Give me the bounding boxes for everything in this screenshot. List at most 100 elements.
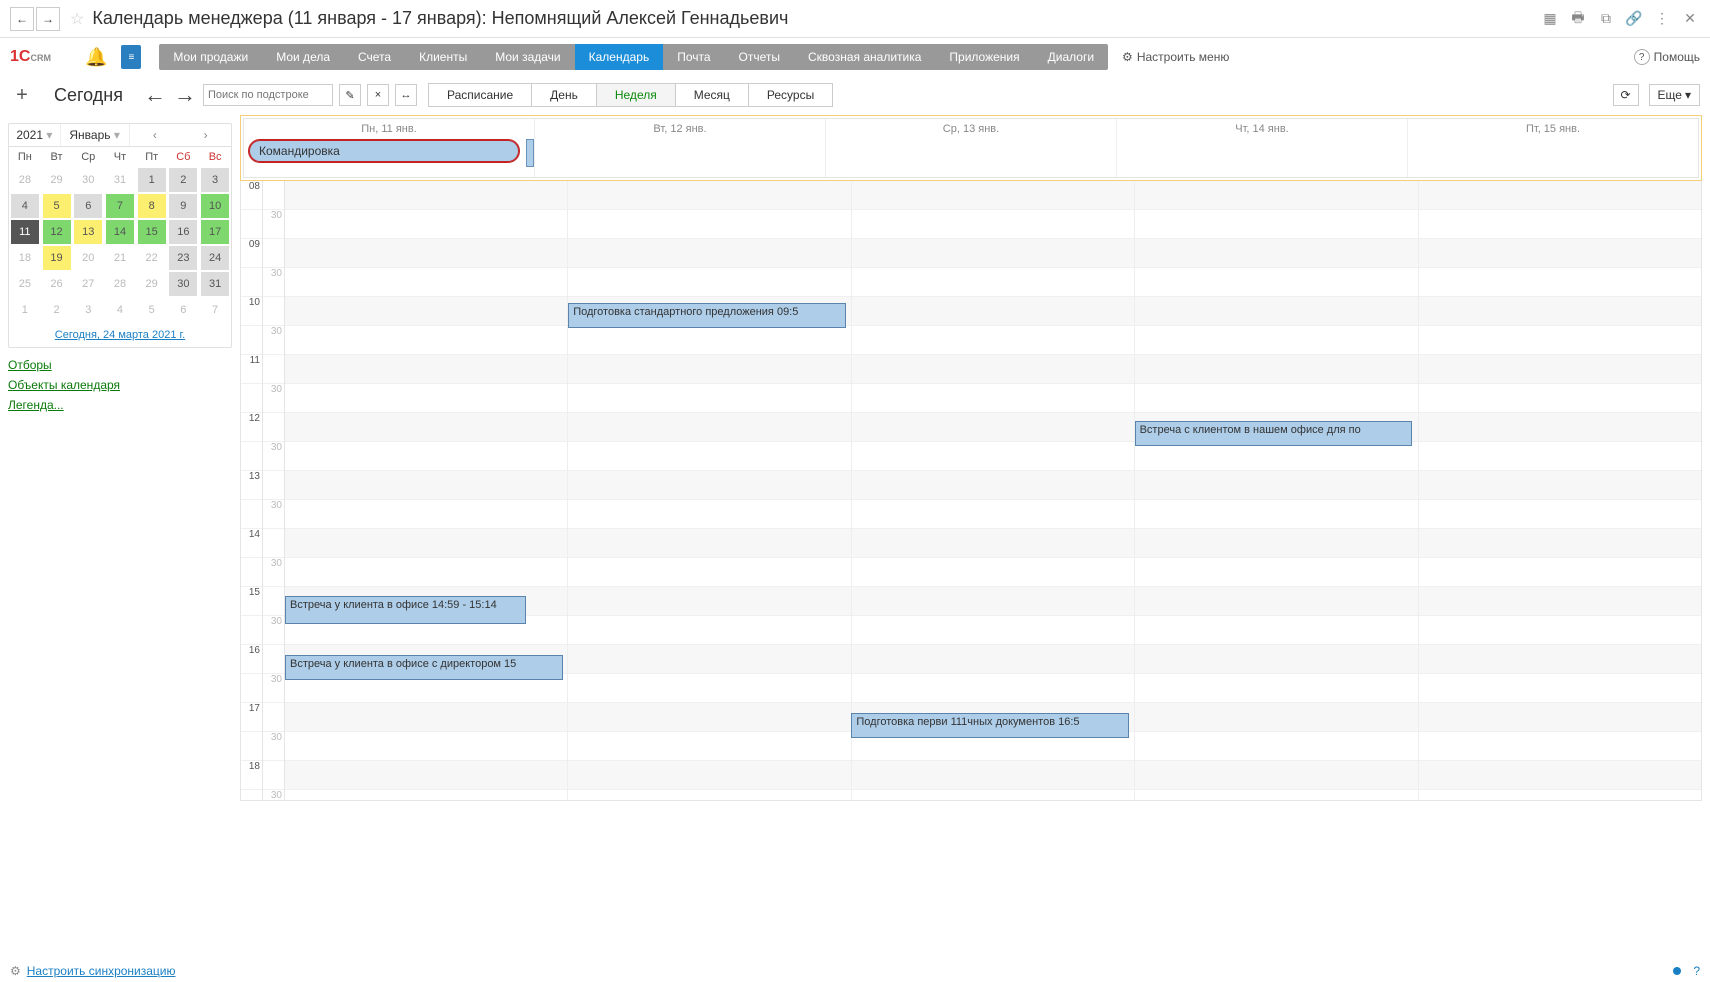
calendar-day[interactable]: 25 [11,272,39,296]
menu-item[interactable]: Почта [663,44,724,70]
calendar-day[interactable]: 1 [138,168,166,192]
calendar-day[interactable]: 28 [106,272,134,296]
menu-item[interactable]: Сквозная аналитика [794,44,935,70]
calendar-day[interactable]: 31 [106,168,134,192]
year-select[interactable]: 2021 ▾ [9,124,61,146]
help-link[interactable]: ?Помощь [1634,49,1700,65]
menu-item[interactable]: Клиенты [405,44,481,70]
view-tab[interactable]: Месяц [675,83,749,107]
back-button[interactable]: ← [10,7,34,31]
menu-item[interactable]: Диалоги [1034,44,1108,70]
print-icon[interactable]: 🖶 [1568,9,1588,29]
footer-help[interactable]: ? [1693,964,1700,978]
menu-settings[interactable]: ⚙Настроить меню [1122,50,1229,64]
link-icon[interactable]: 🔗 [1624,9,1644,29]
calendar-event[interactable]: Встреча у клиента в офисе 14:59 - 15:14 [285,596,526,624]
menu-item[interactable]: Мои дела [262,44,344,70]
calendar-day[interactable]: 3 [201,168,229,192]
refresh-button[interactable]: ⟳ [1613,84,1639,106]
calendar-day[interactable]: 22 [138,246,166,270]
day-header: Чт, 14 янв. [1119,121,1405,137]
calendar-day[interactable]: 20 [74,246,102,270]
gear-icon: ⚙ [1122,50,1133,64]
clear-icon[interactable]: × [367,84,389,106]
calendar-day[interactable]: 21 [106,246,134,270]
bell-icon[interactable]: 🔔 [85,47,107,68]
view-tab[interactable]: День [531,83,597,107]
menu-item[interactable]: Отчеты [725,44,794,70]
month-select[interactable]: Январь ▾ [61,124,130,146]
calendar-event[interactable]: Встреча с клиентом в нашем офисе для по [1135,421,1413,446]
calendar-day[interactable]: 11 [11,220,39,244]
sync-link[interactable]: Настроить синхронизацию [27,964,176,978]
calendar-day[interactable]: 3 [74,298,102,322]
calendar-day[interactable]: 6 [74,194,102,218]
prev-button[interactable]: ← [143,82,167,108]
calendar-event[interactable]: Подготовка перви 111чных документов 16:5 [851,713,1129,738]
calendar-day[interactable]: 6 [169,298,197,322]
view-tab[interactable]: Расписание [428,83,532,107]
calendar-day[interactable]: 29 [138,272,166,296]
calendar-day[interactable]: 2 [43,298,71,322]
sidebar-link[interactable]: Легенда... [8,398,232,412]
view-tab[interactable]: Неделя [596,83,676,107]
menu-item[interactable]: Календарь [575,44,664,70]
edit-icon[interactable]: ✎ [339,84,361,106]
add-button[interactable]: + [10,84,34,107]
calendar-day[interactable]: 12 [43,220,71,244]
menu-item[interactable]: Мои продажи [159,44,262,70]
calendar-day[interactable]: 2 [169,168,197,192]
calendar-day[interactable]: 13 [74,220,102,244]
calendar-day[interactable]: 10 [201,194,229,218]
calendar-day[interactable]: 4 [11,194,39,218]
menu-item[interactable]: Счета [344,44,405,70]
copy-icon[interactable]: ⧉ [1596,9,1616,29]
next-button[interactable]: → [173,82,197,108]
month-next[interactable]: › [180,124,231,146]
calendar-day[interactable]: 18 [11,246,39,270]
calendar-day[interactable]: 29 [43,168,71,192]
view-tab[interactable]: Ресурсы [748,83,833,107]
kebab-icon[interactable]: ⋮ [1652,9,1672,29]
calendar-day[interactable]: 8 [138,194,166,218]
calendar-day[interactable]: 16 [169,220,197,244]
calendar-day[interactable]: 28 [11,168,39,192]
calendar-day[interactable]: 7 [106,194,134,218]
more-button[interactable]: Еще▾ [1649,84,1700,106]
today-label[interactable]: Сегодня [54,85,123,106]
calendar-day[interactable]: 15 [138,220,166,244]
calendar-event[interactable]: Встреча у клиента в офисе с директором 1… [285,655,563,680]
clipboard-icon[interactable]: ≡ [121,45,141,69]
close-icon[interactable]: ✕ [1680,9,1700,29]
calendar-event[interactable]: Подготовка стандартного предложения 09:5 [568,303,846,328]
calendar-day[interactable]: 31 [201,272,229,296]
allday-event[interactable]: Командировка [248,139,520,163]
calendar-day[interactable]: 9 [169,194,197,218]
menu-item[interactable]: Приложения [935,44,1033,70]
calendar-day[interactable]: 23 [169,246,197,270]
calendar-day[interactable]: 27 [74,272,102,296]
menu-item[interactable]: Мои задачи [481,44,574,70]
calendar-day[interactable]: 7 [201,298,229,322]
sidebar-link[interactable]: Отборы [8,358,232,372]
today-link[interactable]: Сегодня, 24 марта 2021 г. [9,323,231,347]
report-icon[interactable]: ▦ [1540,9,1560,29]
calendar-day[interactable]: 30 [169,272,197,296]
calendar-day[interactable]: 1 [11,298,39,322]
calendar-day[interactable]: 30 [74,168,102,192]
calendar-day[interactable]: 4 [106,298,134,322]
logo: 1CCRM [10,48,51,66]
calendar-day[interactable]: 24 [201,246,229,270]
calendar-day[interactable]: 17 [201,220,229,244]
favorite-icon[interactable]: ☆ [70,9,84,29]
calendar-day[interactable]: 5 [138,298,166,322]
search-input[interactable] [203,84,333,106]
calendar-day[interactable]: 26 [43,272,71,296]
calendar-day[interactable]: 19 [43,246,71,270]
month-prev[interactable]: ‹ [130,124,181,146]
calendar-day[interactable]: 5 [43,194,71,218]
calendar-day[interactable]: 14 [106,220,134,244]
expand-icon[interactable]: ↔ [395,84,417,106]
sidebar-link[interactable]: Объекты календаря [8,378,232,392]
forward-button[interactable]: → [36,7,60,31]
